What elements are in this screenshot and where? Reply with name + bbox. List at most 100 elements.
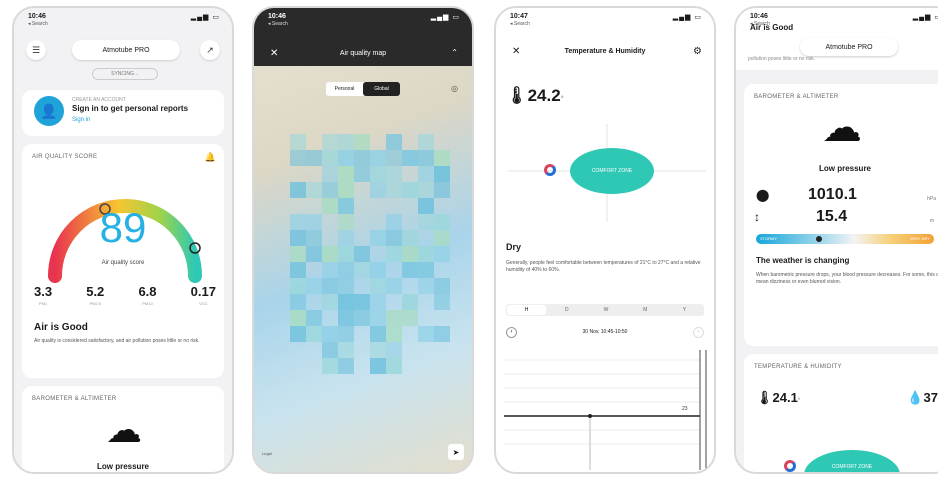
pollution-tile xyxy=(290,150,306,166)
pollution-tile xyxy=(434,214,450,230)
pollution-tile xyxy=(338,278,354,294)
pollution-tile xyxy=(402,230,418,246)
pollution-tile xyxy=(386,358,402,374)
pollution-tile xyxy=(322,198,338,214)
pollution-tile xyxy=(354,294,370,310)
period-week[interactable]: W xyxy=(586,304,625,316)
pollution-tile xyxy=(290,262,306,278)
signal-battery-icon: ▂▄▆ ▭ xyxy=(912,14,938,21)
pollution-tile xyxy=(338,198,354,214)
pollution-tile xyxy=(338,230,354,246)
period-day[interactable]: D xyxy=(547,304,586,316)
cloud-icon: ☁ xyxy=(822,106,862,150)
pollution-tile xyxy=(338,246,354,262)
gear-icon[interactable]: ⚙ xyxy=(693,46,702,57)
pollution-tile xyxy=(322,358,338,374)
pollution-tile xyxy=(402,262,418,278)
back-to-search[interactable]: ◂ Search xyxy=(510,21,530,27)
signin-link[interactable]: Sign in xyxy=(72,117,90,123)
pollution-tile xyxy=(322,278,338,294)
bell-icon[interactable]: 🔔 xyxy=(205,152,216,163)
period-hour[interactable]: H xyxy=(507,305,547,315)
pollution-tile xyxy=(290,230,306,246)
layers-icon[interactable]: ◎ xyxy=(451,84,458,93)
pollution-tile xyxy=(434,166,450,182)
pollution-tile xyxy=(370,326,386,342)
toggle-global[interactable]: Global xyxy=(363,82,400,96)
chart-value-label: 23 xyxy=(682,406,688,412)
air-status-desc: pollution poses little or no risk. xyxy=(748,56,815,62)
pollution-tile xyxy=(418,182,434,198)
pollution-tile xyxy=(402,246,418,262)
menu-icon[interactable]: ☰ xyxy=(26,40,46,60)
signal-battery-icon: ▂▄▆ ▭ xyxy=(190,14,220,21)
pollution-tile xyxy=(370,310,386,326)
pollution-tile xyxy=(338,166,354,182)
pollution-tile xyxy=(306,310,322,326)
connection-icon[interactable]: ↗ xyxy=(200,40,220,60)
air-quality-score: 89 xyxy=(99,204,147,251)
device-selector[interactable]: Atmotube PRO xyxy=(800,38,898,56)
metric-pm1: 3.3 PM1 xyxy=(34,284,53,306)
pollution-tile xyxy=(338,134,354,150)
pollution-tile xyxy=(434,326,450,342)
pollution-tile xyxy=(386,246,402,262)
back-to-search[interactable]: ◂ Search xyxy=(28,21,48,27)
temperature-value: 🌡24.1° xyxy=(756,390,801,405)
pollution-tile xyxy=(370,358,386,374)
locate-icon[interactable]: ➤ xyxy=(448,444,464,460)
temperature-title: TEMPERATURE & HUMIDITY xyxy=(754,364,842,370)
pollution-tile xyxy=(290,310,306,326)
pollution-tile xyxy=(370,230,386,246)
chevron-up-icon[interactable]: ⌃ xyxy=(451,48,458,57)
pollution-tile xyxy=(418,198,434,214)
pollution-tile xyxy=(434,150,450,166)
period-year[interactable]: Y xyxy=(665,304,704,316)
pollution-tile xyxy=(338,182,354,198)
pollution-tile xyxy=(418,262,434,278)
pollution-tile xyxy=(434,230,450,246)
pressure-scale: STORMY VERY DRY xyxy=(756,234,934,244)
toggle-personal[interactable]: Personal xyxy=(326,82,363,96)
back-to-search[interactable]: ◂ Search xyxy=(268,21,288,27)
temperature-card[interactable]: TEMPERATURE & HUMIDITY 🌡24.1° 💧37 COMFOR… xyxy=(744,354,938,472)
pollution-tile xyxy=(322,134,338,150)
air-status-desc: Air quality is considered satisfactory, … xyxy=(34,338,200,344)
humidity-desc: Generally, people feel comfortable betwe… xyxy=(506,260,701,273)
pollution-tile xyxy=(434,294,450,310)
current-reading-marker xyxy=(784,460,796,472)
pollutant-metrics: 3.3 PM1 5.2 PM2.5 6.8 PM10 0.17 VOC xyxy=(34,284,216,306)
score-label: Air quality score xyxy=(101,260,145,266)
signal-battery-icon: ▂▄▆ ▭ xyxy=(672,14,702,21)
pollution-tile xyxy=(418,150,434,166)
pollution-tile xyxy=(338,342,354,358)
pollution-tile xyxy=(354,310,370,326)
device-selector[interactable]: Atmotube PRO xyxy=(72,40,180,60)
pollution-tile xyxy=(402,150,418,166)
comfort-chart: COMFORT ZONE xyxy=(504,118,706,228)
map-credit[interactable]: Legal xyxy=(262,451,272,456)
pollution-tile xyxy=(386,230,402,246)
prev-icon[interactable]: ‹ xyxy=(506,326,517,338)
status-bar: 10:46 ▂▄▆ ▭ ◂ Search xyxy=(268,13,460,27)
signin-card[interactable]: 👤 CREATE AN ACCOUNT Sign in to get perso… xyxy=(22,90,224,136)
pollution-tile xyxy=(306,150,322,166)
pressure-label: Low pressure xyxy=(96,462,149,471)
current-reading-marker xyxy=(544,164,556,176)
period-selector[interactable]: H D W M Y xyxy=(506,304,704,316)
air-quality-card: AIR QUALITY SCORE 🔔 89 Air quality score… xyxy=(22,144,224,378)
next-icon[interactable]: › xyxy=(692,326,704,338)
period-month[interactable]: M xyxy=(626,304,665,316)
pollution-tile xyxy=(370,278,386,294)
scale-left-label: STORMY xyxy=(760,236,778,241)
back-to-search[interactable]: ◂ Search xyxy=(750,21,770,27)
pollution-tile xyxy=(402,310,418,326)
pollution-tile xyxy=(386,150,402,166)
signin-title: Sign in to get personal reports xyxy=(72,104,189,113)
pollution-tile xyxy=(434,182,450,198)
pollution-tile xyxy=(354,134,370,150)
pollution-tile xyxy=(338,262,354,278)
map-mode-toggle[interactable]: Personal Global xyxy=(326,82,400,96)
cloud-icon: ☁ xyxy=(106,409,142,450)
pollution-tile xyxy=(354,262,370,278)
